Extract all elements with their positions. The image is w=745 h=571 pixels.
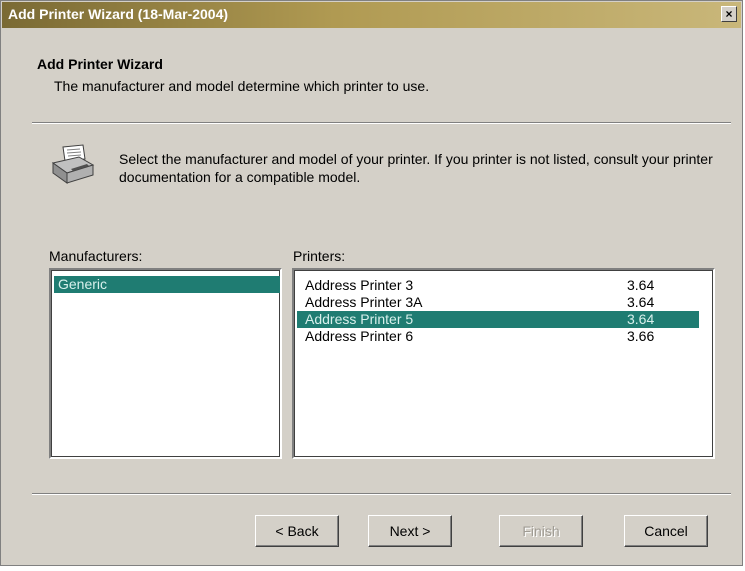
printer-version: 3.64 xyxy=(627,311,655,327)
title-bar[interactable]: Add Printer Wizard (18-Mar-2004) × xyxy=(2,2,741,28)
printer-name: Address Printer 3 xyxy=(305,277,414,293)
add-printer-wizard-window: Add Printer Wizard (18-Mar-2004) × Add P… xyxy=(0,0,743,566)
printer-name: Address Printer 6 xyxy=(305,328,414,344)
printer-version: 3.64 xyxy=(627,294,655,310)
printer-name: Address Printer 3A xyxy=(305,294,423,310)
manufacturers-label: Manufacturers: xyxy=(49,248,143,264)
wizard-header: Add Printer Wizard The manufacturer and … xyxy=(2,28,741,122)
printers-label: Printers: xyxy=(293,248,346,264)
printer-item[interactable]: Address Printer 6 3.66 xyxy=(297,328,699,345)
finish-button: Finish xyxy=(499,515,583,547)
close-button[interactable]: × xyxy=(721,6,737,22)
manufacturer-name: Generic xyxy=(58,276,108,292)
header-subtitle: The manufacturer and model determine whi… xyxy=(54,78,430,94)
next-button[interactable]: Next > xyxy=(368,515,452,547)
back-button[interactable]: < Back xyxy=(255,515,339,547)
footer-divider xyxy=(32,493,731,495)
window-title: Add Printer Wizard (18-Mar-2004) xyxy=(8,6,229,22)
manufacturers-list[interactable]: Generic xyxy=(49,268,282,459)
instruction-text: Select the manufacturer and model of you… xyxy=(119,151,713,185)
printer-item[interactable]: Address Printer 3 3.64 xyxy=(297,277,699,294)
printer-item[interactable]: Address Printer 3A 3.64 xyxy=(297,294,699,311)
printer-icon xyxy=(51,144,95,184)
manufacturer-item-generic[interactable]: Generic xyxy=(54,276,280,293)
header-title: Add Printer Wizard xyxy=(37,56,163,72)
printer-name: Address Printer 5 xyxy=(305,311,414,327)
cancel-button[interactable]: Cancel xyxy=(624,515,708,547)
printers-list[interactable]: Address Printer 3 3.64 Address Printer 3… xyxy=(292,268,715,459)
printer-version: 3.64 xyxy=(627,277,655,293)
printer-version: 3.66 xyxy=(627,328,655,344)
header-divider xyxy=(32,122,731,124)
close-icon: × xyxy=(725,7,733,21)
printer-item-selected[interactable]: Address Printer 5 3.64 xyxy=(297,311,699,328)
